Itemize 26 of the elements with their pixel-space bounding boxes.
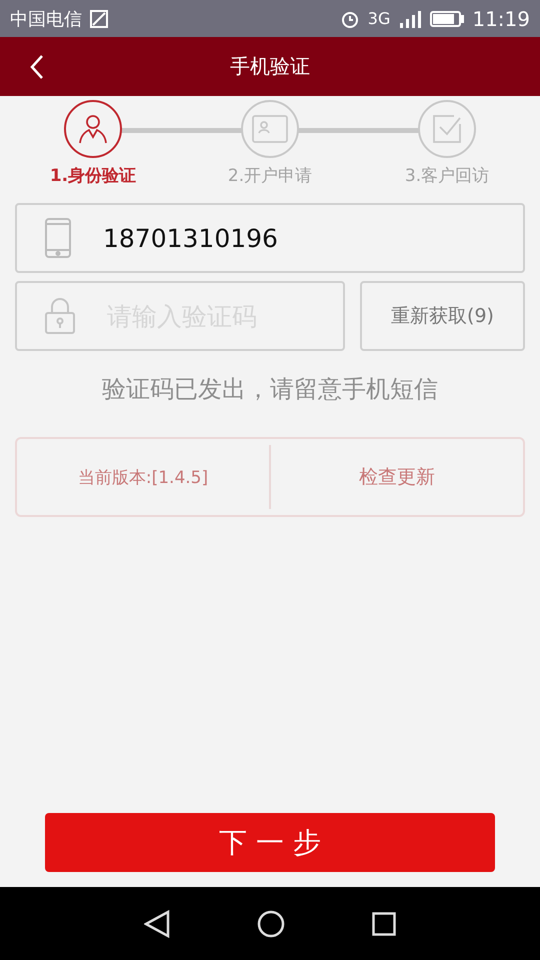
check-update-button[interactable]: 检查更新 (353, 463, 441, 491)
network-type: 3G (368, 9, 390, 28)
person-icon (77, 113, 109, 145)
battery-icon (430, 10, 464, 28)
home-icon[interactable] (256, 910, 285, 938)
clock-time: 11:19 (472, 6, 530, 30)
lock-icon (45, 298, 75, 334)
recents-icon[interactable] (372, 912, 396, 936)
version-text: 当前版本:[1.4.5] (78, 466, 208, 488)
page-title: 手机验证 (230, 53, 310, 80)
back-icon[interactable] (30, 54, 44, 80)
signal-icon (398, 8, 422, 28)
step-label: 1.身份验证 (50, 165, 136, 187)
phone-field[interactable]: 18701310196 (15, 203, 525, 273)
hint-text: 验证码已发出，请留意手机短信 (101, 374, 439, 405)
checkbox-icon (432, 114, 462, 144)
id-card-icon (252, 115, 288, 143)
phone-icon (45, 218, 71, 258)
image-icon (90, 10, 108, 28)
step-label: 2.开户申请 (228, 165, 312, 187)
carrier-name: 中国电信 (10, 8, 82, 30)
step-label: 3.客户回访 (404, 165, 490, 187)
back-nav-icon[interactable] (144, 910, 170, 938)
resend-button[interactable]: 重新获取(9) (360, 281, 525, 351)
phone-number-input[interactable]: 18701310196 (101, 207, 523, 269)
next-button[interactable]: 下 一 步 (45, 813, 495, 872)
